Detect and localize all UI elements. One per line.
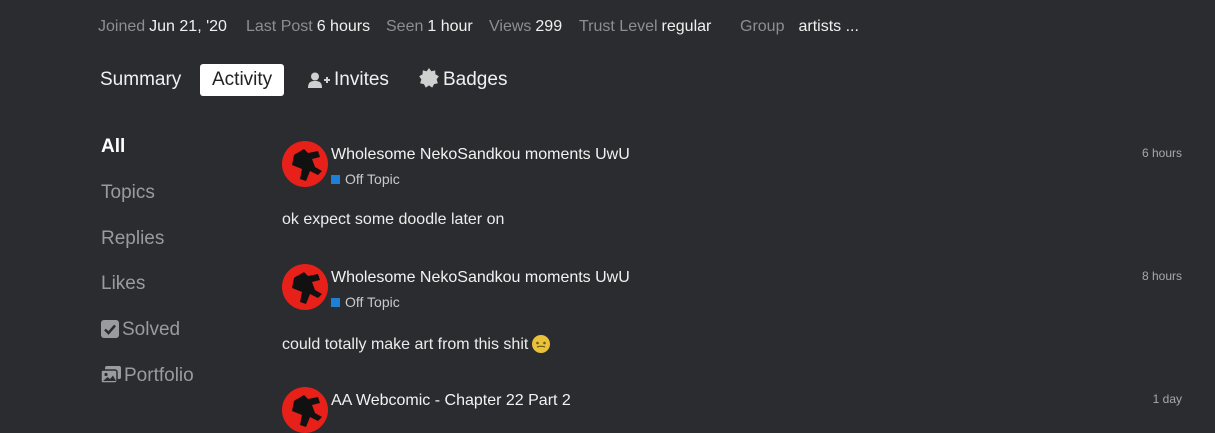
filter-label: Likes [101, 273, 146, 294]
filter-label: Portfolio [124, 365, 194, 386]
stat-label: Seen [386, 18, 424, 35]
category-color-square [331, 175, 340, 184]
images-icon [100, 366, 121, 384]
tab-label: Badges [443, 69, 508, 90]
post-time[interactable]: 8 hours [1142, 269, 1182, 283]
stat-label: Last Post [246, 18, 313, 35]
stat-trust-level: Trust Level regular [579, 18, 711, 36]
filter-likes[interactable]: Likes [101, 273, 145, 295]
stat-group: Group artists ... [740, 18, 859, 36]
filter-label: All [101, 136, 126, 157]
post-time[interactable]: 1 day [1153, 392, 1182, 406]
stat-value: 1 hour [427, 18, 473, 35]
user-plus-icon [308, 72, 330, 88]
emoji-icon [532, 335, 551, 353]
stat-seen: Seen 1 hour [386, 18, 473, 36]
category-badge[interactable]: Off Topic [331, 171, 400, 187]
post-time[interactable]: 6 hours [1142, 146, 1182, 160]
stat-value: Jun 21, '20 [149, 18, 227, 35]
stat-joined: Joined Jun 21, '20 [98, 18, 227, 36]
category-label: Off Topic [345, 171, 400, 187]
avatar[interactable] [282, 141, 328, 187]
stat-last-post: Last Post 6 hours [246, 18, 370, 36]
filter-label: Replies [101, 228, 165, 249]
certificate-icon [419, 68, 439, 88]
stat-value: regular [661, 18, 712, 35]
topic-title-link[interactable]: Wholesome NekoSandkou moments UwU [331, 146, 630, 164]
tab-label: Summary [100, 69, 182, 90]
filter-label: Topics [101, 182, 155, 203]
post-excerpt: could totally make art from this shit [282, 334, 551, 354]
category-label: Off Topic [345, 294, 400, 310]
tab-summary[interactable]: Summary [88, 64, 193, 96]
filter-portfolio[interactable]: Portfolio [100, 365, 194, 387]
stat-value: 299 [535, 18, 563, 35]
check-square-icon [101, 320, 119, 338]
stat-value: 6 hours [316, 18, 371, 35]
post-excerpt-text: could totally make art from this shit [282, 336, 529, 353]
stat-label: Group [740, 18, 785, 35]
tab-label: Invites [334, 69, 389, 90]
stat-views: Views 299 [489, 18, 562, 36]
tab-invites[interactable]: Invites [296, 64, 401, 96]
category-color-square [331, 298, 340, 307]
stat-label: Joined [98, 18, 146, 35]
filter-topics[interactable]: Topics [101, 182, 155, 204]
tab-badges[interactable]: Badges [407, 64, 519, 96]
avatar[interactable] [282, 387, 328, 433]
tab-label: Activity [212, 69, 273, 90]
avatar[interactable] [282, 264, 328, 310]
stat-label: Trust Level [579, 18, 658, 35]
tab-activity[interactable]: Activity [200, 64, 285, 96]
filter-all[interactable]: All [101, 136, 125, 158]
stat-label: Views [489, 18, 532, 35]
filter-replies[interactable]: Replies [101, 228, 164, 250]
topic-title-link[interactable]: AA Webcomic - Chapter 22 Part 2 [331, 392, 571, 410]
topic-title-link[interactable]: Wholesome NekoSandkou moments UwU [331, 269, 630, 287]
post-excerpt: ok expect some doodle later on [282, 211, 505, 228]
filter-solved[interactable]: Solved [101, 319, 180, 341]
filter-label: Solved [122, 319, 181, 340]
group-link[interactable]: artists ... [798, 18, 858, 35]
category-badge[interactable]: Off Topic [331, 294, 400, 310]
